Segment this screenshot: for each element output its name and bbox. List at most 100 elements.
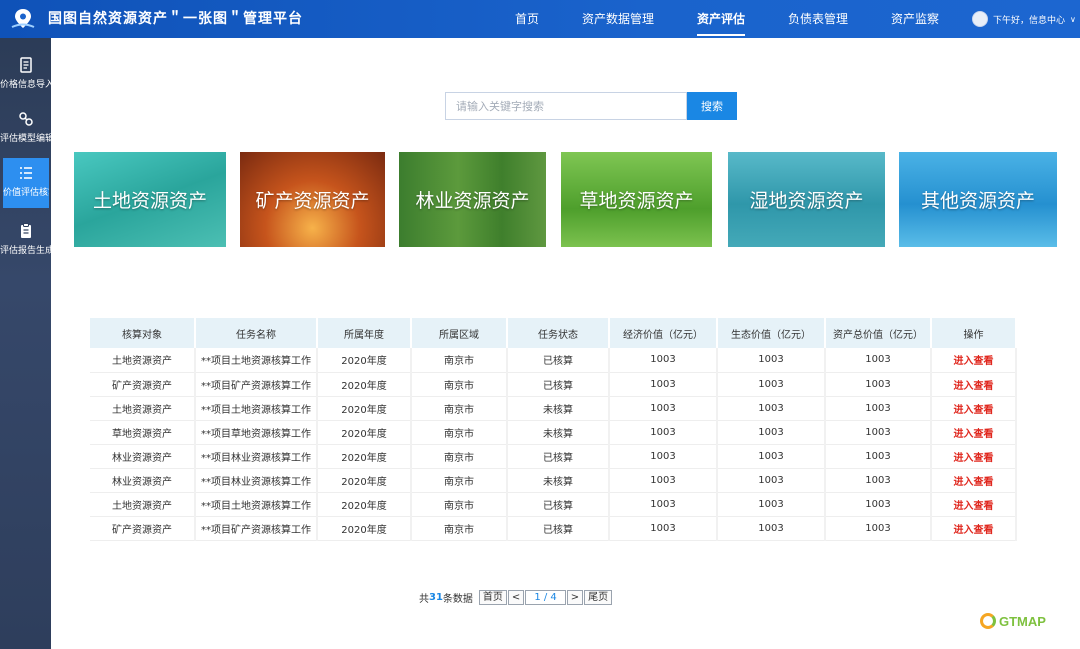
- view-link[interactable]: 进入查看: [931, 348, 1017, 373]
- category-card-label: 草地资源资产: [579, 190, 694, 212]
- table-cell: 南京市: [411, 516, 508, 541]
- next-page-button[interactable]: >: [566, 589, 584, 605]
- list-icon: [20, 167, 32, 179]
- category-card-label: 湿地资源资产: [749, 190, 864, 212]
- sidebar-item-value-accounting[interactable]: 价值评估核算: [3, 158, 49, 208]
- table-row: 矿产资源资产 **项目矿产资源核算工作 2020年度 南京市 已核算 1003 1003 10…: [90, 372, 1017, 397]
- view-link[interactable]: 进入查看: [931, 372, 1017, 397]
- sidebar-item-label: 价格信息导入: [0, 80, 51, 90]
- table-cell: **项目土地资源核算工作: [195, 492, 318, 517]
- table-cell: 1003: [825, 372, 932, 397]
- table-cell: 南京市: [411, 396, 508, 421]
- table-cell: 1003: [825, 516, 932, 541]
- table-row: 矿产资源资产 **项目矿产资源核算工作 2020年度 南京市 已核算 1003 1003 10…: [90, 516, 1017, 541]
- user-menu[interactable]: 下午好，信息中心 ∨: [972, 0, 1076, 38]
- sidebar-item-model-edit[interactable]: 评估模型编辑: [0, 104, 51, 150]
- table-cell: 2020年度: [317, 492, 412, 517]
- table-cell: 1003: [825, 468, 932, 493]
- table-cell: 2020年度: [317, 372, 412, 397]
- sidebar-item-report[interactable]: 评估报告生成: [0, 216, 51, 262]
- category-card-grassland[interactable]: 草地资源资产: [561, 152, 712, 247]
- table-cell: **项目林业资源核算工作: [195, 444, 318, 469]
- table-cell: 林业资源资产: [90, 444, 196, 469]
- category-card-forest[interactable]: 林业资源资产: [399, 152, 546, 247]
- table-cell: 已核算: [507, 348, 610, 373]
- table-cell: 2020年度: [317, 468, 412, 493]
- category-card-other[interactable]: 其他资源资产: [899, 152, 1057, 247]
- table-cell: 1003: [717, 420, 826, 445]
- table-row: 土地资源资产 **项目土地资源核算工作 2020年度 南京市 未核算 1003 1003 10…: [90, 396, 1017, 421]
- table-cell: **项目矿产资源核算工作: [195, 516, 318, 541]
- table-cell: 1003: [609, 492, 718, 517]
- table-row: 土地资源资产 **项目土地资源核算工作 2020年度 南京市 已核算 1003 1003 10…: [90, 492, 1017, 517]
- chevron-down-icon: ∨: [1070, 14, 1076, 24]
- table-cell: 土地资源资产: [90, 492, 196, 517]
- column-header: 操作: [931, 318, 1017, 348]
- accounting-table: 核算对象 任务名称 所属年度 所属区域 任务状态 经济价值（亿元） 生态价值（亿…: [90, 318, 1017, 541]
- table-cell: **项目土地资源核算工作: [195, 348, 318, 373]
- table-cell: 2020年度: [317, 444, 412, 469]
- table-header-row: 核算对象 任务名称 所属年度 所属区域 任务状态 经济价值（亿元） 生态价值（亿…: [90, 318, 1017, 348]
- user-greeting: 下午好，信息中心: [993, 15, 1066, 26]
- table-cell: 1003: [609, 468, 718, 493]
- table-cell: 1003: [825, 396, 932, 421]
- table-cell: 1003: [825, 444, 932, 469]
- table-cell: 已核算: [507, 444, 610, 469]
- nav-asset-data[interactable]: 资产数据管理: [582, 0, 654, 38]
- view-link[interactable]: 进入查看: [931, 420, 1017, 445]
- first-page-button[interactable]: 首页: [478, 589, 507, 605]
- document-icon: [19, 57, 32, 73]
- top-bar: 国图自然资源资产＂一张图＂管理平台 首页 资产数据管理 资产评估 负债表管理 资…: [0, 0, 1080, 38]
- column-header: 所属区域: [411, 318, 508, 348]
- table-cell: **项目矿产资源核算工作: [195, 372, 318, 397]
- nav-home[interactable]: 首页: [515, 0, 539, 38]
- table-cell: 南京市: [411, 468, 508, 493]
- table-row: 林业资源资产 **项目林业资源核算工作 2020年度 南京市 已核算 1003 1003 10…: [90, 444, 1017, 469]
- table-body: 土地资源资产 **项目土地资源核算工作 2020年度 南京市 已核算 1003 1003 10…: [90, 348, 1017, 541]
- app-title: 国图自然资源资产＂一张图＂管理平台: [48, 11, 303, 27]
- brand-logo: GTMAP: [980, 612, 1046, 630]
- nav-liability[interactable]: 负债表管理: [788, 0, 848, 38]
- table-cell: 南京市: [411, 372, 508, 397]
- table-cell: 土地资源资产: [90, 396, 196, 421]
- table-cell: 已核算: [507, 516, 610, 541]
- view-link[interactable]: 进入查看: [931, 516, 1017, 541]
- category-card-wetland[interactable]: 湿地资源资产: [728, 152, 885, 247]
- table-cell: 1003: [825, 492, 932, 517]
- sidebar-item-price-import[interactable]: 价格信息导入: [0, 50, 51, 96]
- table-cell: 1003: [717, 468, 826, 493]
- avatar: [972, 11, 988, 27]
- nav-asset-supervision[interactable]: 资产监察: [891, 0, 939, 38]
- view-link[interactable]: 进入查看: [931, 396, 1017, 421]
- table-cell: 1003: [825, 348, 932, 373]
- pagination-suffix: 条数据: [442, 593, 473, 605]
- category-card-land[interactable]: 土地资源资产: [74, 152, 226, 247]
- view-link[interactable]: 进入查看: [931, 444, 1017, 469]
- table-cell: 未核算: [507, 420, 610, 445]
- table-cell: 2020年度: [317, 348, 412, 373]
- category-card-label: 林业资源资产: [415, 190, 530, 212]
- view-link[interactable]: 进入查看: [931, 492, 1017, 517]
- view-link[interactable]: 进入查看: [931, 468, 1017, 493]
- category-card-mineral[interactable]: 矿产资源资产: [240, 152, 385, 247]
- sidebar-item-label: 价值评估核算: [3, 188, 49, 198]
- table-cell: 1003: [717, 492, 826, 517]
- table-cell: 1003: [717, 444, 826, 469]
- last-page-button[interactable]: 尾页: [584, 589, 613, 605]
- table-cell: 1003: [717, 516, 826, 541]
- search-input[interactable]: [445, 92, 687, 120]
- brand-name: GTMAP: [999, 613, 1046, 629]
- search-button[interactable]: 搜索: [687, 92, 737, 120]
- prev-page-button[interactable]: <: [507, 589, 525, 605]
- table-cell: 1003: [825, 420, 932, 445]
- table-row: 草地资源资产 **项目草地资源核算工作 2020年度 南京市 未核算 1003 1003 10…: [90, 420, 1017, 445]
- column-header: 所属年度: [317, 318, 412, 348]
- table-cell: 2020年度: [317, 420, 412, 445]
- table-cell: 2020年度: [317, 516, 412, 541]
- table-cell: 1003: [609, 444, 718, 469]
- table-cell: 1003: [717, 396, 826, 421]
- report-icon: [20, 223, 31, 238]
- table-cell: 未核算: [507, 396, 610, 421]
- nav-asset-evaluation[interactable]: 资产评估: [697, 0, 746, 38]
- table-cell: 1003: [609, 516, 718, 541]
